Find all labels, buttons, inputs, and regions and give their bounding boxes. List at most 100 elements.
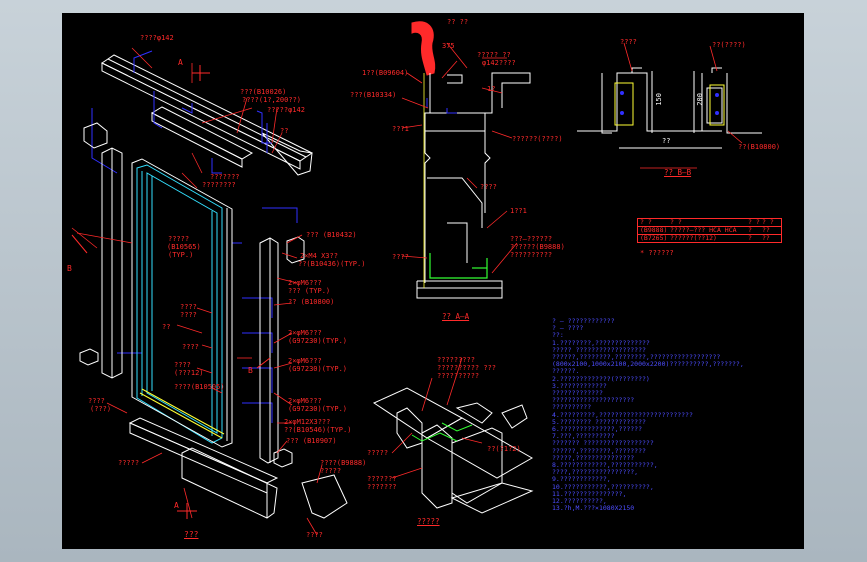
table-header-cell: ? ? xyxy=(640,218,652,226)
label-mid-r6: 1? xyxy=(487,85,496,93)
label-screw-m4: 2×M4 X3?? xyxy=(300,252,338,260)
label-b10565: (B10565) xyxy=(167,243,201,251)
section-bb-title: ?? B—B xyxy=(664,168,692,177)
label-m6-2-typ: (G97230)(TYP.) xyxy=(288,337,348,345)
label-b10907: ??? (B10907) xyxy=(286,437,337,445)
label-mid-r7: ??????(????) xyxy=(512,135,563,143)
label-mid-r10b: ??????(B9888) xyxy=(510,243,565,251)
label-detail-d1b: ?????????? ??? xyxy=(437,364,497,372)
label-detail-d4: ??????? xyxy=(367,475,397,483)
label-profile-1: ????(B9888) xyxy=(320,459,367,467)
parts-table: ? ? ? ? ? ? ? ? (B9888) ?????—??? HCA HC… xyxy=(637,218,782,243)
label-bot-1: ???? xyxy=(88,397,105,405)
label-q2: ?? xyxy=(280,127,289,135)
label-b10800: ?? (B10800) xyxy=(288,298,335,306)
label-bb-l2: ??(????) xyxy=(712,41,746,49)
label-bb-b10800: ??(B10800) xyxy=(738,143,781,151)
table-header-cell: ? ? xyxy=(762,218,774,226)
section-marker-b-right: B xyxy=(248,366,253,375)
label-mid-r2b: φ142???? xyxy=(482,59,516,67)
label-mid-r5: ???1 xyxy=(392,125,409,133)
label-bb-dim-200: 200 xyxy=(696,93,704,106)
label-quote3b: ???????? xyxy=(202,181,236,189)
label-b10432: ??? (B10432) xyxy=(306,231,357,239)
label-profile-2: ????? xyxy=(320,467,342,475)
label-mid-r3: 1??(B09604) xyxy=(362,69,409,77)
label-bb-dim-10: ?? xyxy=(662,137,671,145)
label-mid-r9: 1??1 xyxy=(510,207,527,215)
label-dim-top: 375 xyxy=(442,42,455,50)
section-marker-a-top: A xyxy=(178,58,183,67)
table-cell: ?? xyxy=(762,234,770,242)
label-mid-4: ???? xyxy=(182,343,199,351)
drawing-canvas[interactable]: ????φ142 ???(B10026) ????(1?,200??) ????… xyxy=(62,13,804,549)
section-aa-green xyxy=(429,253,488,279)
section-aa-title: ?? A—A xyxy=(442,312,470,321)
label-mid-6: (???12) xyxy=(174,369,204,377)
label-mid-top-r1: ?? ?? xyxy=(447,18,469,26)
label-mid-r8: ???? xyxy=(480,183,497,191)
table-row: (B7265) ??????(??12) ? ?? xyxy=(638,235,781,242)
label-mid-1: ???? xyxy=(180,303,197,311)
label-bot-2: ????? xyxy=(118,459,140,467)
section-marker-a-bottom: A xyxy=(174,501,179,510)
table-note: * ?????? xyxy=(640,249,674,257)
note-line: ? — ???? xyxy=(552,324,584,333)
label-profile-3: ???? xyxy=(306,531,323,539)
label-top-rail: ????φ142 xyxy=(140,34,174,42)
table-header-cell: ? ? xyxy=(748,218,760,226)
general-notes: ? — ????????????? — ??????: 1.????????,??… xyxy=(552,317,744,513)
note-line: (800x2100,1000x2100,2000x2200)??????????… xyxy=(552,360,744,369)
label-mid-5: ???? xyxy=(174,361,191,369)
label-m6-4-typ: (G97230)(TYP.) xyxy=(288,405,348,413)
label-phi142: ?????φ142 xyxy=(267,106,305,114)
label-mid-r10c: ?????????? xyxy=(510,251,553,259)
section-marker-b-left: B xyxy=(67,264,72,273)
table-cell: (B9888) xyxy=(640,226,668,234)
table-cell: ? xyxy=(748,234,752,242)
label-mid-r11: ???? xyxy=(392,253,409,261)
section-aa-blue xyxy=(426,98,457,114)
label-mid-2: ???? xyxy=(180,311,197,319)
table-cell: ? xyxy=(748,226,752,234)
label-bot-1b: (???) xyxy=(90,405,112,413)
label-mid-r2: ????? ?? xyxy=(477,51,511,59)
label-screw-m6-1-typ: ??? (TYP.) xyxy=(288,287,331,295)
label-m12: 2×φM12X3??? xyxy=(284,418,331,426)
label-b10505: ????(B10505) xyxy=(174,383,225,391)
label-mid-3: ?? xyxy=(162,323,171,331)
label-bb-dim-150: 150 xyxy=(655,93,663,106)
label-detail-d2: ??(?1?2) xyxy=(487,445,521,453)
label-b10026-sub: ????(1?,200??) xyxy=(242,96,302,104)
label-detail-d1c: ?????????? xyxy=(437,372,480,380)
label-m6-3: 2×φM6??? xyxy=(288,357,322,365)
table-cell: ?? xyxy=(762,226,770,234)
label-m6-2: 2×φM6??? xyxy=(288,329,322,337)
label-b10565-typ: (TYP.) xyxy=(168,251,194,259)
label-mid-r4: ???(B10334) xyxy=(350,91,397,99)
label-screw1: ????? xyxy=(168,235,190,243)
label-b10026: ???(B10026) xyxy=(240,88,287,96)
label-mid-r10: ???—?????? xyxy=(510,235,553,243)
label-detail-d3: ????? xyxy=(367,449,389,457)
label-m12-typ: ??(B10546)(TYP.) xyxy=(284,426,352,434)
detail-title: ????? xyxy=(417,517,440,526)
label-quote3: ??????? xyxy=(210,173,240,181)
note-line: 13.?h,M.???×1080X2150 xyxy=(552,504,635,513)
leaders-mid xyxy=(401,42,518,274)
label-detail-d1: ????????? xyxy=(437,356,475,364)
label-m6-3-typ: (G97230)(TYP.) xyxy=(288,365,348,373)
section-aa-body xyxy=(416,72,531,299)
main-title: ??? xyxy=(184,530,199,539)
section-bb-yellow xyxy=(614,82,725,126)
left-jamb xyxy=(79,122,123,379)
label-screw-m4-typ: ??(B10436)(TYP.) xyxy=(298,260,366,268)
table-cell: ?????—??? HCA HCA xyxy=(670,226,737,234)
label-detail-d5: ??????? xyxy=(367,483,397,491)
label-m6-4: 2×φM6??? xyxy=(288,397,322,405)
label-bb-l1: ???? xyxy=(620,38,637,46)
table-cell: (B7265) xyxy=(640,234,668,242)
red-hanger-blob xyxy=(411,21,436,76)
table-header-cell: ? ? xyxy=(670,218,682,226)
table-cell: ??????(??12) xyxy=(670,234,717,242)
